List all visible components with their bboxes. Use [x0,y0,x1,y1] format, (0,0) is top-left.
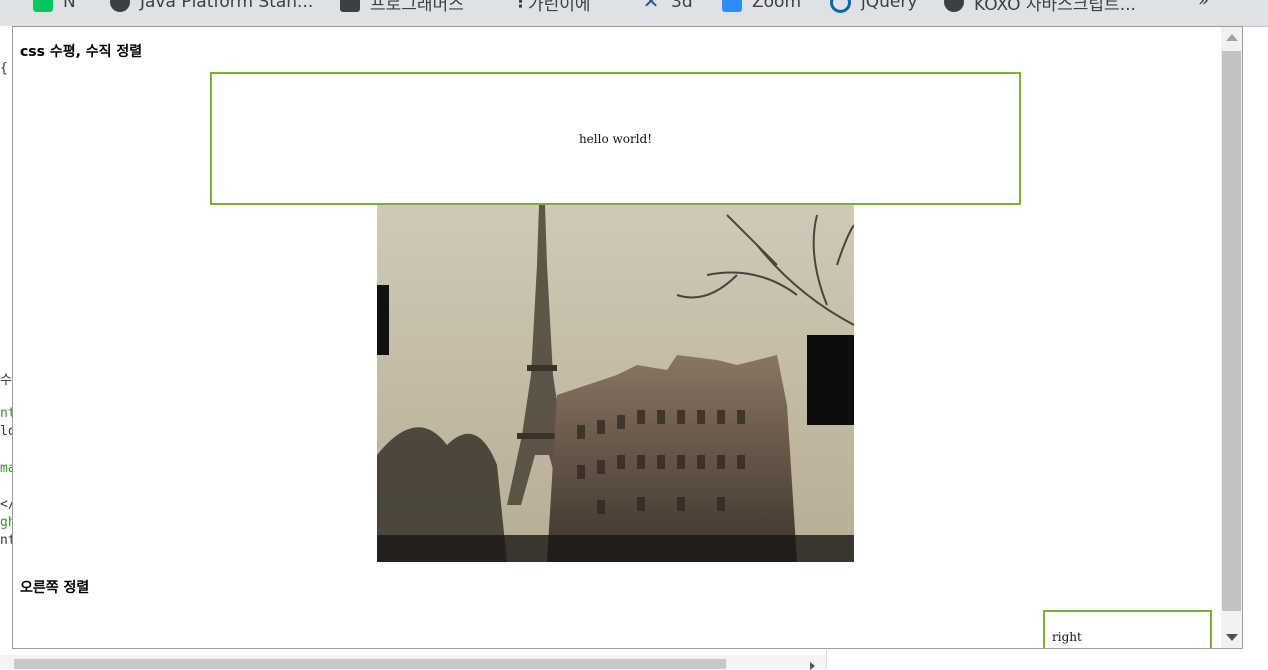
bookmark-naver[interactable]: N [33,0,76,13]
bookmark-java[interactable]: Java Platform Stan... [110,0,313,13]
koxo-icon [944,0,964,12]
arrow-up-icon [1225,34,1238,41]
right-box-text: right [1052,630,1082,644]
jquery-icon [830,0,851,13]
preview-window[interactable]: css 수평, 수직 정렬 hello world! 오른쪽 정렬 right [12,26,1243,649]
bookmark-jquery[interactable]: jQuery [830,0,917,13]
more-vert-icon: ⋮ [512,0,529,12]
zoom-icon [722,0,742,12]
section-title-center: css 수평, 수직 정렬 [20,44,143,60]
center-aligned-box: hello world! [210,72,1021,205]
section-title-right: 오른쪽 정렬 [20,580,90,596]
scroll-down-button[interactable] [1221,627,1242,648]
bookmark-koxo[interactable]: KOXO 자바스크립트... [944,0,1136,15]
x-icon: ✕ [642,0,660,13]
side-panel-edge [826,650,1268,669]
preview-content: css 수평, 수직 정렬 hello world! 오른쪽 정렬 right [13,27,1221,648]
java-icon [110,0,130,12]
naver-icon [33,0,53,12]
vertical-scrollbar[interactable] [1221,27,1242,648]
arrow-down-icon [1225,634,1238,641]
eiffel-tower-photo [377,205,854,562]
right-aligned-box: right [1043,610,1212,648]
bookmarks-bar: N Java Platform Stan... 프로그래머스 ⋮ 가린이에 ✕ … [0,0,1268,27]
bookmark-zoom[interactable]: Zoom [722,0,801,13]
bookmark-folder[interactable]: ⋮ 가린이에 [512,0,591,15]
scroll-up-button[interactable] [1221,27,1242,48]
bookmark-programmers[interactable]: 프로그래머스 [340,0,464,15]
editor-horizontal-scrollbar[interactable] [0,655,826,670]
code-fragment: 수 [0,373,12,388]
horizontal-scrollbar-thumb[interactable] [14,659,726,669]
scrollbar-thumb[interactable] [1222,51,1241,611]
bookmark-3d[interactable]: ✕ 3d [641,0,693,13]
code-fragment: { [0,61,8,76]
bookmarks-overflow-icon[interactable]: » [1198,0,1209,11]
center-box-text: hello world! [578,131,653,146]
programmers-icon [340,0,360,12]
